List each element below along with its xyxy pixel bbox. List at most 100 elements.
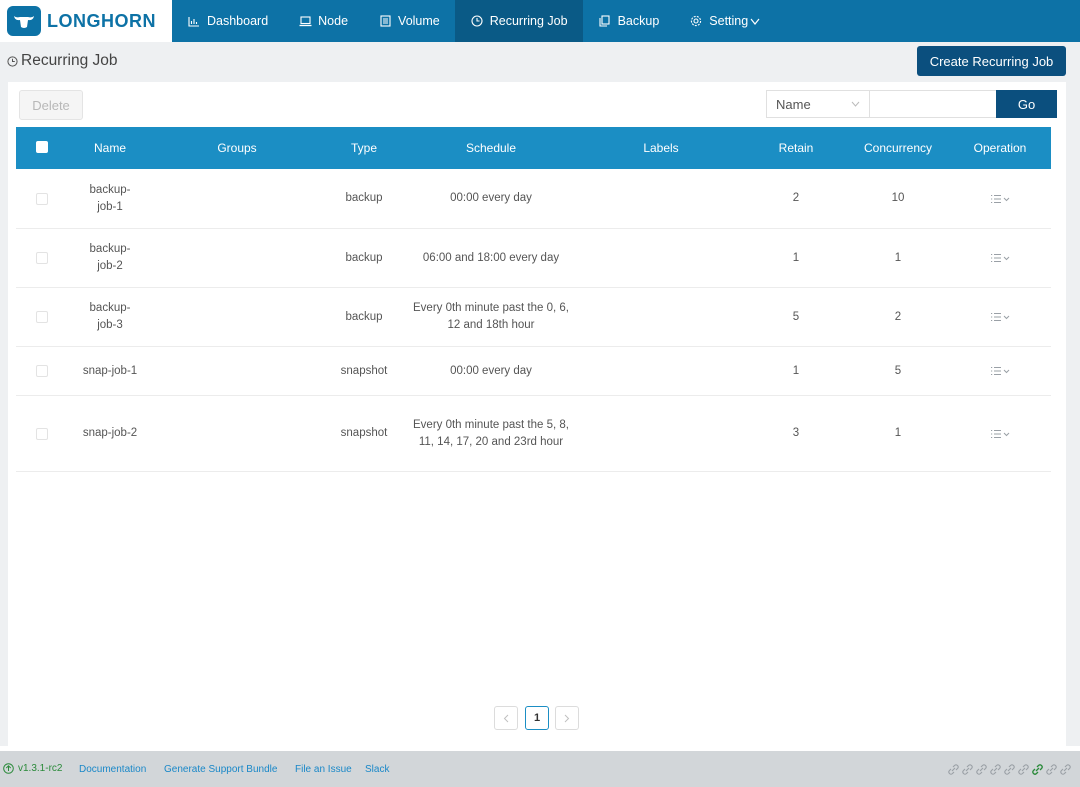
job-retain: 5 bbox=[792, 310, 800, 323]
job-name: backup- job-2 bbox=[89, 243, 131, 272]
row-checkbox[interactable] bbox=[36, 365, 48, 377]
copy-icon bbox=[598, 14, 612, 28]
job-retain: 1 bbox=[792, 364, 800, 377]
create-recurring-job-button[interactable]: Create Recurring Job bbox=[917, 46, 1066, 76]
job-type: backup bbox=[345, 310, 383, 323]
column-header-schedule[interactable]: Schedule bbox=[411, 127, 571, 169]
link-active-icon bbox=[1032, 764, 1043, 775]
top-navbar: LONGHORN Dashboard Node Volume Recurring… bbox=[0, 0, 1080, 42]
job-groups bbox=[186, 169, 288, 228]
menu-dropdown-icon bbox=[991, 430, 1010, 438]
search-input[interactable] bbox=[870, 90, 997, 118]
job-groups bbox=[186, 347, 288, 395]
footer: v1.3.1-rc2 Documentation Generate Suppor… bbox=[0, 751, 1080, 787]
chevron-right-icon bbox=[564, 714, 570, 722]
job-concurrency: 10 bbox=[891, 192, 905, 204]
operation-menu-button[interactable] bbox=[977, 360, 1023, 382]
job-labels bbox=[606, 229, 716, 287]
row-checkbox[interactable] bbox=[36, 428, 48, 440]
chevron-left-icon bbox=[503, 714, 509, 722]
link-icon bbox=[990, 764, 1001, 775]
documentation-link[interactable]: Documentation bbox=[79, 764, 146, 775]
job-name: snap-job-1 bbox=[82, 364, 138, 377]
column-header-type[interactable]: Type bbox=[326, 127, 402, 169]
list-icon bbox=[378, 14, 392, 28]
column-header-name[interactable]: Name bbox=[74, 127, 146, 169]
nav-recurring-job[interactable]: Recurring Job bbox=[454, 0, 583, 42]
row-checkbox[interactable] bbox=[36, 193, 48, 205]
job-schedule: 06:00 and 18:00 every day bbox=[422, 251, 560, 264]
menu-dropdown-icon bbox=[991, 313, 1010, 321]
version-info[interactable]: v1.3.1-rc2 bbox=[3, 763, 62, 774]
upgrade-arrow-icon bbox=[3, 763, 14, 774]
pagination-page-1[interactable]: 1 bbox=[525, 706, 549, 730]
select-all-checkbox[interactable] bbox=[36, 141, 48, 153]
job-labels bbox=[606, 288, 716, 346]
job-labels bbox=[606, 347, 716, 395]
nav-backup[interactable]: Backup bbox=[583, 0, 675, 42]
support-bundle-link[interactable]: Generate Support Bundle bbox=[164, 764, 277, 775]
job-schedule: Every 0th minute past the 0, 6, 12 and 1… bbox=[413, 302, 569, 331]
row-checkbox[interactable] bbox=[36, 311, 48, 323]
job-schedule: 00:00 every day bbox=[450, 192, 532, 204]
page-title-text: Recurring Job bbox=[21, 52, 118, 69]
column-header-operation: Operation bbox=[973, 141, 1027, 155]
clock-icon bbox=[7, 55, 18, 67]
operation-menu-button[interactable] bbox=[977, 306, 1023, 328]
operation-menu-button[interactable] bbox=[977, 188, 1023, 210]
link-icon bbox=[1004, 764, 1015, 775]
nav-label: Recurring Job bbox=[489, 14, 568, 28]
column-header-groups[interactable]: Groups bbox=[186, 127, 288, 169]
job-type: backup bbox=[345, 251, 383, 264]
page-margin-left bbox=[0, 82, 8, 746]
column-header-labels[interactable]: Labels bbox=[606, 127, 716, 169]
longhorn-logo-icon bbox=[7, 6, 41, 36]
pagination-prev-button[interactable] bbox=[494, 706, 518, 730]
pagination-next-button[interactable] bbox=[555, 706, 579, 730]
job-labels bbox=[606, 396, 716, 471]
delete-button[interactable]: Delete bbox=[19, 90, 83, 120]
menu-dropdown-icon bbox=[991, 254, 1010, 262]
laptop-icon bbox=[298, 14, 312, 28]
job-groups bbox=[186, 229, 288, 287]
job-labels bbox=[606, 169, 716, 228]
chevron-down-icon bbox=[851, 99, 860, 109]
job-groups bbox=[186, 396, 288, 471]
connection-status-icons bbox=[947, 763, 1072, 776]
job-groups bbox=[186, 288, 288, 346]
page-title: Recurring Job bbox=[7, 52, 118, 70]
search-field-select[interactable]: Name bbox=[766, 90, 870, 118]
logo-text: LONGHORN bbox=[47, 10, 156, 31]
nav-setting[interactable]: Setting bbox=[674, 0, 775, 42]
search-field-value: Name bbox=[776, 96, 811, 112]
slack-link[interactable]: Slack bbox=[365, 764, 389, 775]
table-row: snap-job-2 snapshot Every 0th minute pas… bbox=[16, 396, 1051, 472]
table-row: snap-job-1 snapshot 00:00 every day 1 5 bbox=[16, 347, 1051, 396]
row-checkbox[interactable] bbox=[36, 252, 48, 264]
job-concurrency: 5 bbox=[894, 364, 902, 377]
nav-label: Dashboard bbox=[207, 14, 269, 28]
operation-menu-button[interactable] bbox=[977, 247, 1023, 269]
table-row: backup- job-3 backup Every 0th minute pa… bbox=[16, 288, 1051, 347]
job-name: backup- job-1 bbox=[89, 183, 131, 213]
go-button[interactable]: Go bbox=[996, 90, 1057, 118]
job-name: snap-job-2 bbox=[82, 427, 138, 439]
nav-node[interactable]: Node bbox=[283, 0, 363, 42]
nav-label: Setting bbox=[709, 14, 749, 28]
job-concurrency: 1 bbox=[894, 251, 902, 264]
nav-dashboard[interactable]: Dashboard bbox=[172, 0, 283, 42]
main-nav: Dashboard Node Volume Recurring Job Back… bbox=[172, 0, 775, 42]
logo[interactable]: LONGHORN bbox=[0, 0, 172, 42]
nav-label: Backup bbox=[617, 14, 660, 28]
table-header: Name Groups Type Schedule Labels Retain … bbox=[16, 127, 1051, 169]
link-icon bbox=[1060, 764, 1071, 775]
page-margin-right bbox=[1066, 82, 1080, 746]
menu-dropdown-icon bbox=[991, 195, 1010, 203]
operation-menu-button[interactable] bbox=[977, 423, 1023, 445]
column-header-retain[interactable]: Retain bbox=[761, 127, 831, 169]
file-issue-link[interactable]: File an Issue bbox=[295, 764, 352, 775]
nav-volume[interactable]: Volume bbox=[363, 0, 455, 42]
job-type: backup bbox=[345, 192, 383, 204]
job-type: snapshot bbox=[340, 427, 388, 439]
column-header-concurrency[interactable]: Concurrency bbox=[848, 127, 948, 169]
